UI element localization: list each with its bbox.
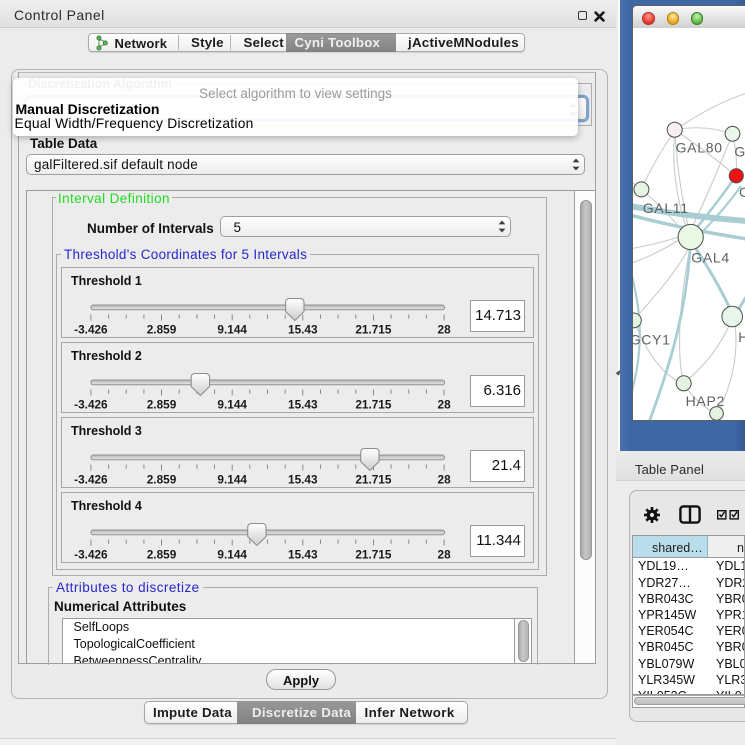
- svg-text:GAL11: GAL11: [643, 200, 689, 216]
- svg-text:9.144: 9.144: [217, 397, 247, 411]
- svg-text:-3.426: -3.426: [74, 322, 108, 336]
- svg-text:2.859: 2.859: [146, 547, 176, 561]
- svg-text:2.859: 2.859: [146, 322, 176, 336]
- svg-text:2.859: 2.859: [146, 472, 176, 486]
- svg-text:GCY1: GCY1: [633, 332, 671, 348]
- svg-text:H: H: [738, 329, 745, 345]
- svg-text:-3.426: -3.426: [74, 547, 108, 561]
- svg-text:15.43: 15.43: [288, 547, 318, 561]
- svg-text:-3.426: -3.426: [74, 397, 108, 411]
- svg-text:15.43: 15.43: [288, 397, 318, 411]
- svg-text:28: 28: [437, 322, 451, 336]
- svg-text:28: 28: [437, 547, 451, 561]
- svg-text:21.715: 21.715: [355, 547, 392, 561]
- svg-text:2.859: 2.859: [146, 397, 176, 411]
- svg-text:9.144: 9.144: [217, 322, 247, 336]
- svg-text:15.43: 15.43: [288, 322, 318, 336]
- svg-text:21.715: 21.715: [355, 322, 392, 336]
- svg-text:GA: GA: [734, 144, 745, 160]
- svg-text:21.715: 21.715: [355, 397, 392, 411]
- svg-text:-3.426: -3.426: [74, 472, 108, 486]
- svg-text:9.144: 9.144: [217, 472, 247, 486]
- svg-text:21.715: 21.715: [355, 472, 392, 486]
- svg-text:15.43: 15.43: [288, 472, 318, 486]
- svg-text:28: 28: [437, 472, 451, 486]
- svg-text:GAL80: GAL80: [676, 139, 723, 155]
- svg-text:GAL4: GAL4: [691, 249, 730, 265]
- svg-text:9.144: 9.144: [217, 547, 247, 561]
- svg-text:C: C: [739, 184, 745, 200]
- svg-text:28: 28: [437, 397, 451, 411]
- svg-text:HAP2: HAP2: [686, 393, 725, 409]
